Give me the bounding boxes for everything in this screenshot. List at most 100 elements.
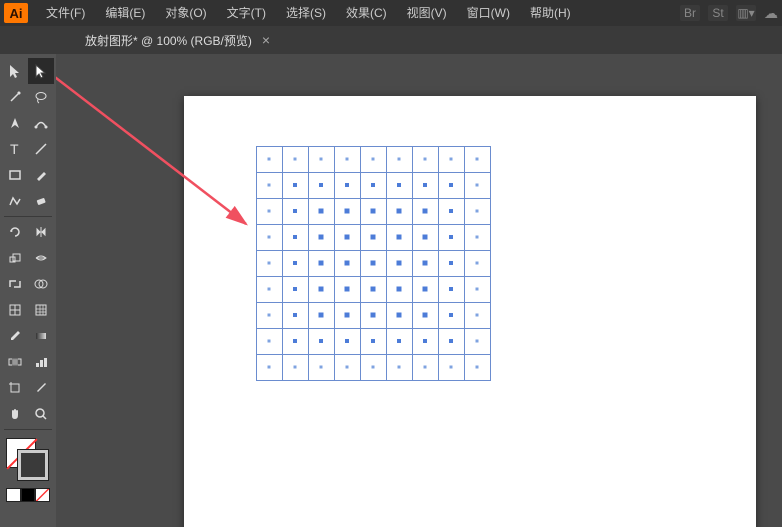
grid-cell[interactable]: [334, 328, 361, 355]
anchor-dot[interactable]: [449, 287, 453, 291]
anchor-dot[interactable]: [424, 158, 427, 161]
anchor-dot[interactable]: [293, 261, 297, 265]
grid-cell[interactable]: [464, 172, 491, 199]
anchor-dot[interactable]: [345, 235, 350, 240]
anchor-dot[interactable]: [346, 366, 349, 369]
zoom-tool[interactable]: [28, 401, 54, 427]
stroke-color[interactable]: [18, 450, 48, 480]
anchor-dot[interactable]: [449, 183, 453, 187]
width-tool[interactable]: [28, 245, 54, 271]
anchor-dot[interactable]: [397, 287, 402, 292]
anchor-dot[interactable]: [476, 340, 479, 343]
grid-cell[interactable]: [256, 172, 283, 199]
scale-tool[interactable]: [2, 245, 28, 271]
lasso-tool[interactable]: [28, 84, 54, 110]
direct-selection-tool[interactable]: [28, 58, 54, 84]
grid-cell[interactable]: [256, 276, 283, 303]
grid-cell[interactable]: [464, 250, 491, 277]
grid-cell[interactable]: [386, 328, 413, 355]
grid-cell[interactable]: [334, 224, 361, 251]
document-tab[interactable]: 放射图形* @ 100% (RGB/预览) ×: [75, 32, 280, 49]
grid-cell[interactable]: [464, 276, 491, 303]
menu-select[interactable]: 选择(S): [276, 0, 336, 26]
grid-cell[interactable]: [282, 328, 309, 355]
grid-cell[interactable]: [464, 146, 491, 173]
menu-view[interactable]: 视图(V): [397, 0, 457, 26]
rectangle-tool[interactable]: [2, 162, 28, 188]
anchor-dot[interactable]: [320, 158, 323, 161]
anchor-dot[interactable]: [449, 235, 453, 239]
grid-cell[interactable]: [282, 276, 309, 303]
grid-cell[interactable]: [308, 328, 335, 355]
hand-tool[interactable]: [2, 401, 28, 427]
anchor-dot[interactable]: [319, 235, 324, 240]
grid-cell[interactable]: [386, 146, 413, 173]
grid-cell[interactable]: [386, 172, 413, 199]
grid-cell[interactable]: [438, 172, 465, 199]
anchor-dot[interactable]: [476, 366, 479, 369]
anchor-dot[interactable]: [450, 158, 453, 161]
grid-cell[interactable]: [308, 302, 335, 329]
grid-cell[interactable]: [256, 302, 283, 329]
gradient-tool[interactable]: [28, 323, 54, 349]
grid-cell[interactable]: [386, 224, 413, 251]
grid-cell[interactable]: [360, 146, 387, 173]
bridge-icon[interactable]: Br: [680, 5, 700, 21]
anchor-dot[interactable]: [345, 183, 349, 187]
anchor-dot[interactable]: [397, 313, 402, 318]
anchor-dot[interactable]: [293, 313, 297, 317]
anchor-dot[interactable]: [397, 339, 401, 343]
anchor-dot[interactable]: [268, 158, 271, 161]
grid-artwork[interactable]: [256, 146, 490, 380]
grid-cell[interactable]: [386, 198, 413, 225]
anchor-dot[interactable]: [345, 313, 350, 318]
grid-cell[interactable]: [386, 354, 413, 381]
anchor-dot[interactable]: [449, 313, 453, 317]
anchor-dot[interactable]: [371, 313, 376, 318]
grid-cell[interactable]: [334, 146, 361, 173]
anchor-dot[interactable]: [345, 261, 350, 266]
grid-cell[interactable]: [256, 250, 283, 277]
grid-cell[interactable]: [334, 250, 361, 277]
blend-tool[interactable]: [2, 349, 28, 375]
shaper-tool[interactable]: [2, 188, 28, 214]
selection-tool[interactable]: [2, 58, 28, 84]
anchor-dot[interactable]: [293, 183, 297, 187]
anchor-dot[interactable]: [293, 235, 297, 239]
menu-object[interactable]: 对象(O): [155, 0, 216, 26]
grid-cell[interactable]: [282, 146, 309, 173]
eraser-tool[interactable]: [28, 188, 54, 214]
anchor-dot[interactable]: [319, 261, 324, 266]
grid-cell[interactable]: [334, 276, 361, 303]
grid-cell[interactable]: [256, 328, 283, 355]
anchor-dot[interactable]: [320, 366, 323, 369]
grid-cell[interactable]: [438, 276, 465, 303]
stock-icon[interactable]: St: [708, 5, 728, 21]
grid-cell[interactable]: [256, 146, 283, 173]
grid-cell[interactable]: [412, 198, 439, 225]
anchor-dot[interactable]: [423, 209, 428, 214]
grid-cell[interactable]: [386, 250, 413, 277]
grid-cell[interactable]: [282, 250, 309, 277]
anchor-dot[interactable]: [371, 235, 376, 240]
anchor-dot[interactable]: [294, 366, 297, 369]
anchor-dot[interactable]: [293, 209, 297, 213]
anchor-dot[interactable]: [268, 184, 271, 187]
anchor-dot[interactable]: [371, 209, 376, 214]
menu-text[interactable]: 文字(T): [217, 0, 276, 26]
anchor-dot[interactable]: [423, 339, 427, 343]
anchor-dot[interactable]: [319, 313, 324, 318]
grid-cell[interactable]: [412, 146, 439, 173]
curvature-tool[interactable]: [28, 110, 54, 136]
shapebuilder-tool[interactable]: [28, 271, 54, 297]
grid-cell[interactable]: [256, 354, 283, 381]
grid-cell[interactable]: [308, 276, 335, 303]
grid-cell[interactable]: [256, 224, 283, 251]
anchor-dot[interactable]: [268, 262, 271, 265]
menu-effect[interactable]: 效果(C): [336, 0, 397, 26]
grid-cell[interactable]: [464, 354, 491, 381]
grid-cell[interactable]: [334, 302, 361, 329]
anchor-dot[interactable]: [268, 314, 271, 317]
anchor-dot[interactable]: [398, 366, 401, 369]
grid-cell[interactable]: [412, 172, 439, 199]
